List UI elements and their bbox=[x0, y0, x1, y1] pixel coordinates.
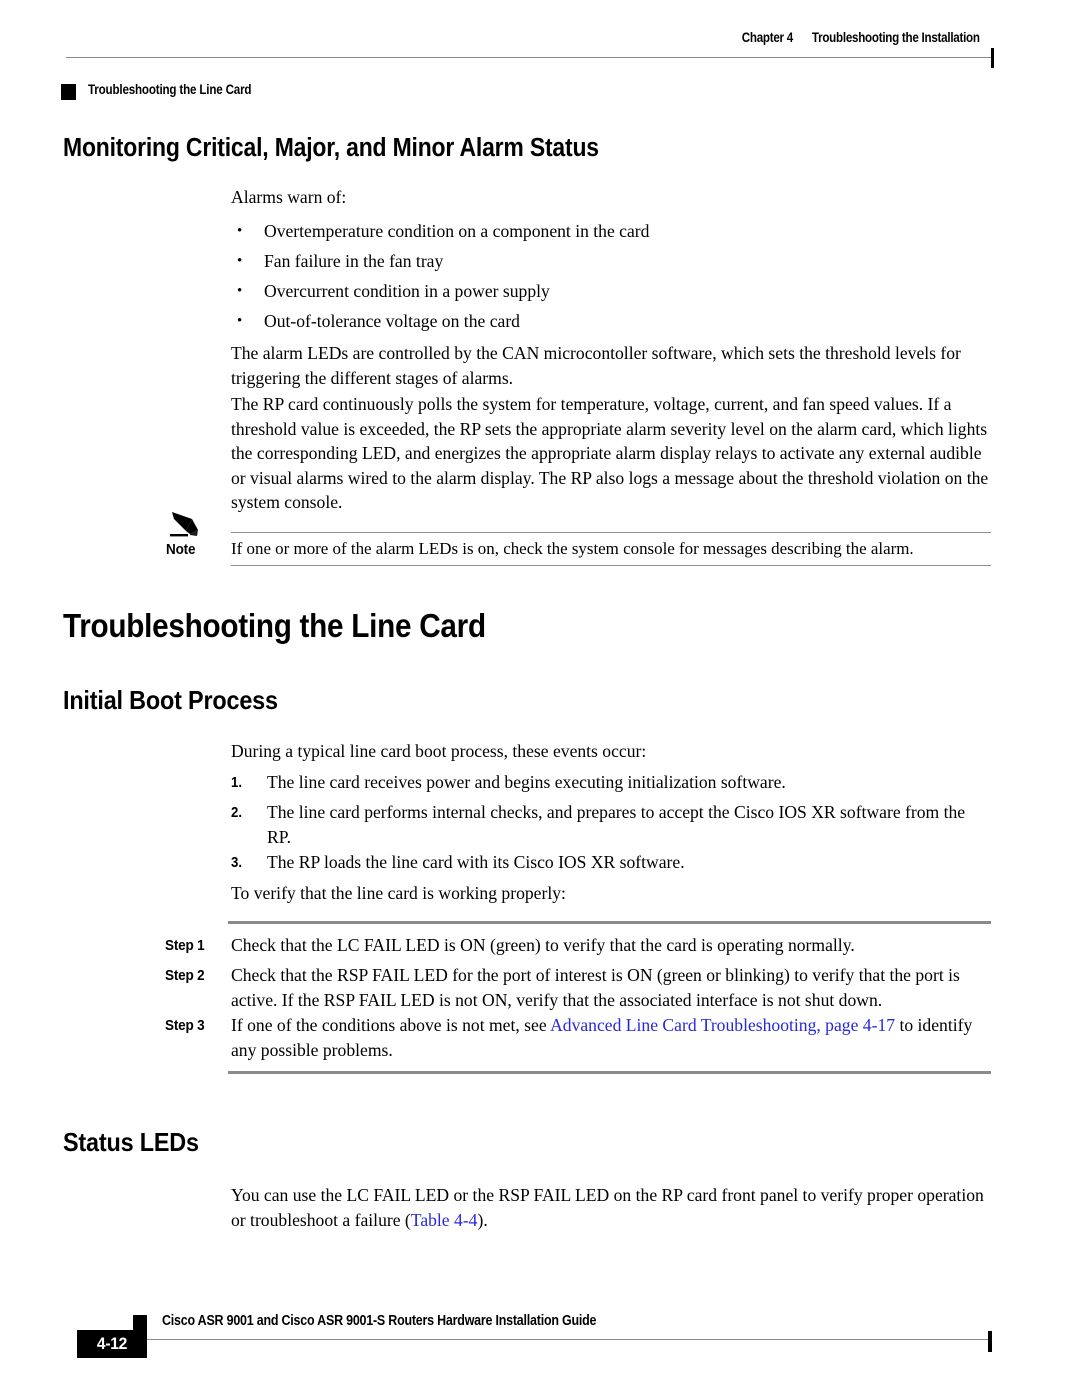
cross-reference-link-table-4-4[interactable]: Table 4-4 bbox=[411, 1210, 478, 1230]
note-label: Note bbox=[166, 541, 196, 558]
list-number: 1. bbox=[231, 774, 243, 791]
heading-initial-boot-process: Initial Boot Process bbox=[63, 685, 278, 715]
numbered-list-item: 1. The line card receives power and begi… bbox=[231, 770, 993, 795]
bullet-text: Out-of-tolerance voltage on the card bbox=[264, 311, 520, 331]
bullet-icon: • bbox=[237, 313, 243, 329]
step-rule-top bbox=[228, 921, 991, 924]
alarm-paragraph-1: The alarm LEDs are controlled by the CAN… bbox=[231, 343, 961, 388]
page-footer: Cisco ASR 9001 and Cisco ASR 9001-S Rout… bbox=[0, 1295, 1080, 1375]
bullet-text: Overtemperature condition on a component… bbox=[264, 221, 650, 241]
cross-reference-link-advanced-line-card[interactable]: Advanced Line Card Troubleshooting, page… bbox=[550, 1015, 895, 1035]
list-item: • Out-of-tolerance voltage on the card bbox=[231, 309, 991, 334]
header-edge-tick bbox=[991, 48, 994, 68]
bullet-text: Overcurrent condition in a power supply bbox=[264, 281, 550, 301]
bullet-text: Fan failure in the fan tray bbox=[264, 251, 444, 271]
page-number: 4-12 bbox=[96, 1334, 128, 1353]
header-bullet-square-icon bbox=[61, 84, 76, 100]
step-text: If one of the conditions above is not me… bbox=[231, 1013, 993, 1062]
step-text: Check that the RSP FAIL LED for the port… bbox=[231, 963, 993, 1012]
numbered-list-item: 2. The line card performs internal check… bbox=[231, 800, 993, 849]
heading-troubleshooting-line-card: Troubleshooting the Line Card bbox=[63, 607, 486, 644]
header-divider bbox=[66, 57, 993, 58]
header-running-head: Troubleshooting the Line Card bbox=[88, 82, 252, 97]
boot-intro-text: During a typical line card boot process,… bbox=[231, 741, 647, 761]
alarm-paragraph-2: The RP card continuously polls the syste… bbox=[231, 394, 989, 513]
step-text-before: If one of the conditions above is not me… bbox=[231, 1015, 551, 1035]
header-chapter-title: Troubleshooting the Installation bbox=[812, 30, 980, 45]
status-leds-text-after: ). bbox=[477, 1209, 488, 1230]
note-text: If one or more of the alarm LEDs is on, … bbox=[231, 539, 914, 558]
procedure-step: Step 1 Check that the LC FAIL LED is ON … bbox=[165, 933, 993, 958]
list-number: 3. bbox=[231, 854, 243, 871]
step-text-before: Check that the LC FAIL LED is ON (green)… bbox=[231, 935, 855, 955]
note-rule-bottom bbox=[231, 565, 991, 566]
step-label: Step 1 bbox=[165, 937, 205, 954]
list-item: • Overtemperature condition on a compone… bbox=[231, 219, 991, 244]
step-text: Check that the LC FAIL LED is ON (green)… bbox=[231, 933, 993, 958]
header-chapter-label: Chapter 4 bbox=[742, 30, 794, 45]
list-text: The line card receives power and begins … bbox=[267, 772, 786, 792]
alarm-intro-text: Alarms warn of: bbox=[231, 187, 347, 207]
heading-monitoring-alarm-status: Monitoring Critical, Major, and Minor Al… bbox=[63, 134, 599, 162]
procedure-step: Step 2 Check that the RSP FAIL LED for t… bbox=[165, 963, 993, 1012]
list-number: 2. bbox=[231, 804, 243, 821]
step-text-before: Check that the RSP FAIL LED for the port… bbox=[231, 965, 960, 1010]
status-leds-text-before: You can use the LC FAIL LED or the RSP F… bbox=[231, 1185, 984, 1230]
footer-divider bbox=[133, 1339, 991, 1340]
document-page: Chapter 4 Troubleshooting the Installatio… bbox=[0, 0, 1080, 1397]
note-callout: Note If one or more of the alarm LEDs is… bbox=[0, 505, 1080, 575]
status-leds-paragraph: You can use the LC FAIL LED or the RSP F… bbox=[231, 1183, 993, 1232]
list-item: • Fan failure in the fan tray bbox=[231, 249, 991, 274]
footer-edge-tick bbox=[988, 1331, 992, 1352]
step-label: Step 2 bbox=[165, 967, 205, 984]
step-label: Step 3 bbox=[165, 1017, 205, 1034]
numbered-list-item: 3. The RP loads the line card with its C… bbox=[231, 850, 993, 875]
procedure-step: Step 3 If one of the conditions above is… bbox=[165, 1013, 993, 1062]
bullet-icon: • bbox=[237, 283, 243, 299]
bullet-icon: • bbox=[237, 253, 243, 269]
step-rule-bottom bbox=[228, 1071, 991, 1074]
note-rule-top bbox=[231, 532, 991, 533]
list-text: The RP loads the line card with its Cisc… bbox=[267, 852, 685, 872]
heading-status-leds: Status LEDs bbox=[63, 1127, 199, 1157]
header-chapter: Chapter 4 Troubleshooting the Installatio… bbox=[742, 30, 980, 45]
bullet-icon: • bbox=[237, 223, 243, 239]
pencil-icon bbox=[170, 512, 198, 537]
footer-guide-title: Cisco ASR 9001 and Cisco ASR 9001-S Rout… bbox=[162, 1313, 597, 1329]
list-item: • Overcurrent condition in a power suppl… bbox=[231, 279, 991, 304]
list-text: The line card performs internal checks, … bbox=[267, 802, 966, 847]
page-header: Chapter 4 Troubleshooting the Installatio… bbox=[0, 30, 1080, 100]
footer-bullet-square-icon bbox=[133, 1315, 147, 1330]
verify-intro-text: To verify that the line card is working … bbox=[231, 883, 566, 903]
